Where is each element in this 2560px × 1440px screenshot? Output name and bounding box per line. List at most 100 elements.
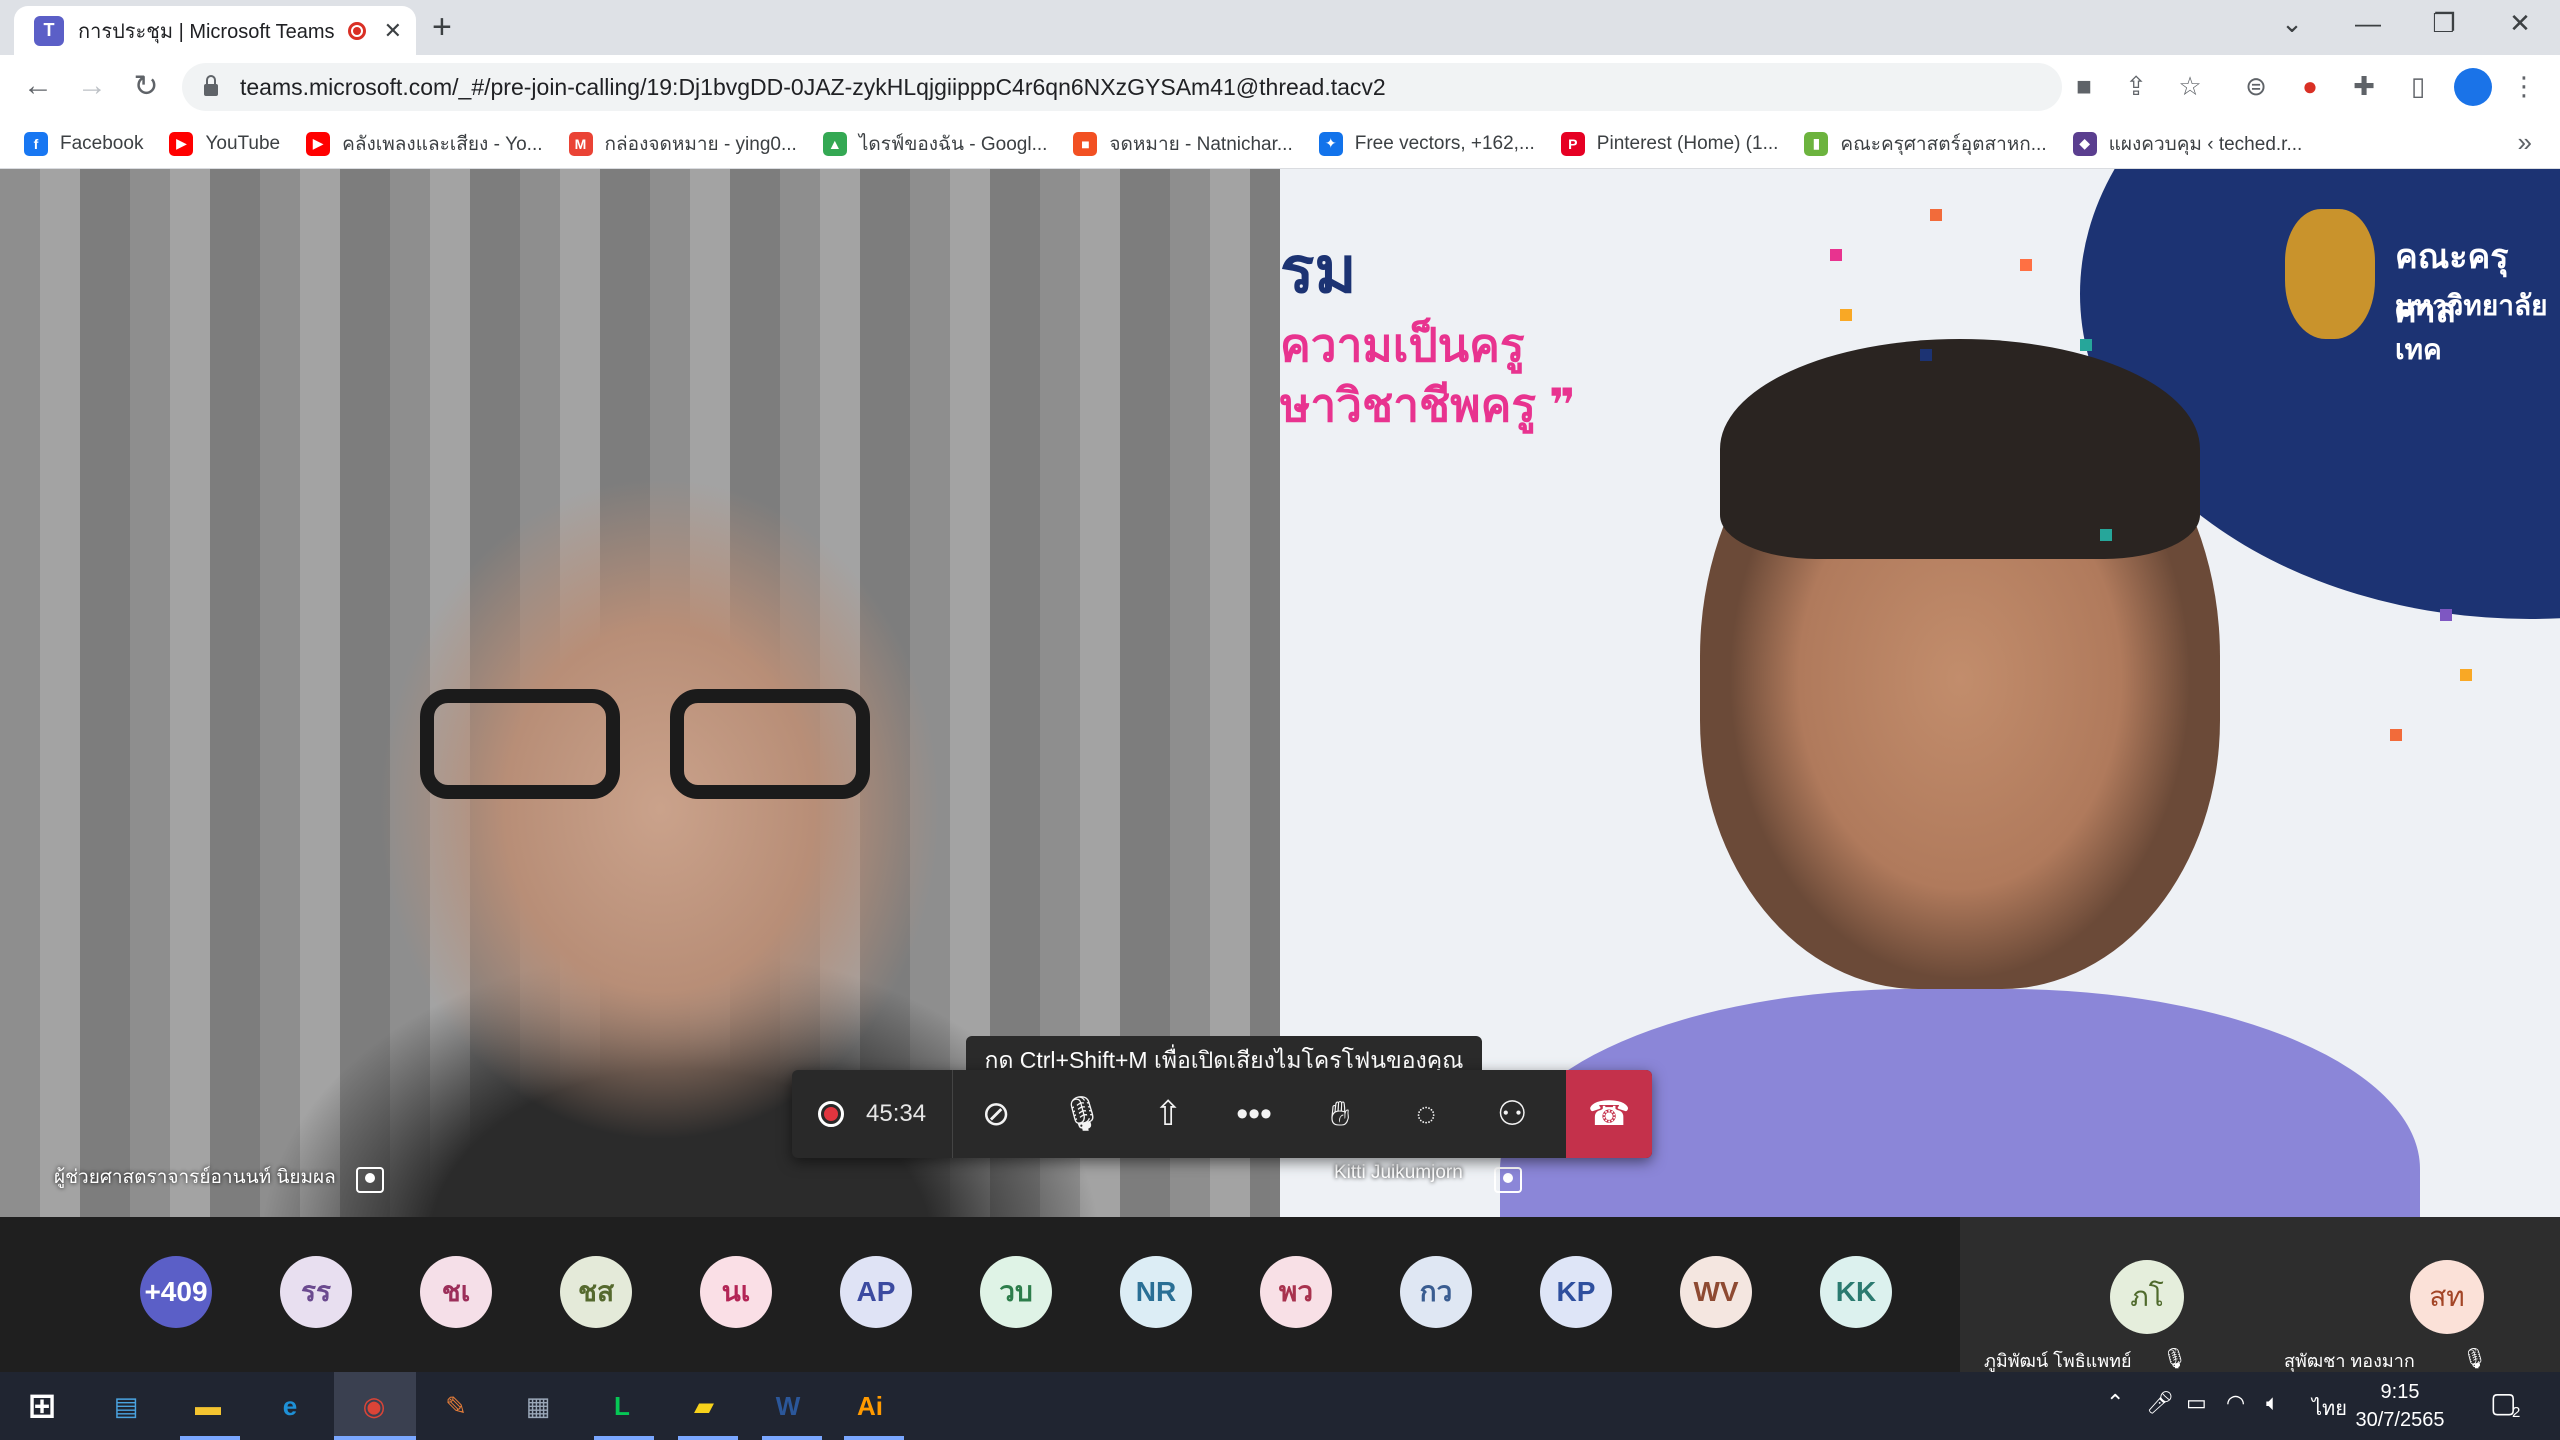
chat-button[interactable]: ◌ [1383, 1070, 1469, 1158]
illustrator-icon[interactable]: Ai [842, 1378, 898, 1434]
extensions-puzzle-icon[interactable]: ✚ [2346, 71, 2382, 102]
participant-avatar[interactable]: KP [1540, 1256, 1612, 1328]
line-icon[interactable]: L [594, 1378, 650, 1434]
clock-time: 9:15 [2380, 1381, 2420, 1403]
freepik-icon: ✦ [1318, 131, 1343, 156]
university-crest-icon [2285, 209, 2375, 339]
bookmark-item[interactable]: ▶ คลังเพลงและเสียง - Yo... [306, 129, 543, 159]
camera-in-use-icon[interactable]: ■ [2066, 71, 2102, 102]
tab-search-icon[interactable]: ⌄ [2272, 8, 2312, 39]
sticky-notes-icon[interactable]: ▰ [676, 1378, 732, 1434]
camera-off-icon: ⊘ [981, 1095, 1011, 1133]
back-button[interactable]: ← [18, 69, 58, 103]
participant-avatar[interactable]: WV [1680, 1256, 1752, 1328]
participant-pin-icon[interactable] [1494, 1167, 1522, 1193]
illustrator-icon: Ai [857, 1390, 883, 1421]
featured-participant-avatar[interactable]: สท [2410, 1260, 2484, 1334]
close-tab-icon[interactable]: ✕ [384, 18, 402, 44]
restore-button[interactable]: ❐ [2424, 8, 2464, 39]
bookmark-item[interactable]: ▶ YouTube [169, 131, 280, 156]
recording-timer: 45:34 [792, 1070, 954, 1158]
start-icon: ⊞ [27, 1387, 57, 1425]
running-indicator [594, 1436, 654, 1440]
system-clock[interactable]: 9:15 30/7/2565 [2350, 1378, 2450, 1434]
google-drive-icon: ▲ [822, 131, 847, 156]
tab-title: การประชุม | Microsoft Teams [78, 20, 335, 43]
extension-grammar-icon[interactable]: ⊜ [2238, 71, 2274, 102]
reload-button[interactable]: ↻ [126, 69, 166, 104]
word-icon: W [775, 1390, 801, 1421]
raise-hand-button[interactable]: ✋︎ [1297, 1070, 1383, 1158]
chrome-icon[interactable]: ◉ [346, 1378, 402, 1434]
bookmark-star-icon[interactable]: ☆ [2172, 71, 2208, 102]
clock-date: 30/7/2565 [2355, 1409, 2445, 1431]
close-window-button[interactable]: ✕ [2500, 8, 2540, 39]
bookmark-item[interactable]: ▮ คณะครุศาสตร์อุตสาหก... [1804, 129, 2047, 159]
bookmark-label: ไดรฟ์ของฉัน - Googl... [858, 133, 1048, 155]
chrome-icon: ◉ [362, 1390, 386, 1421]
participant-pin-icon[interactable] [356, 1167, 384, 1193]
wifi-icon[interactable]: ◠ [2226, 1390, 2245, 1416]
profile-avatar[interactable] [2454, 68, 2492, 106]
bookmark-item[interactable]: P Pinterest (Home) (1... [1560, 131, 1778, 156]
browser-tab-teams[interactable]: T การประชุม | Microsoft Teams ✕ [14, 6, 416, 55]
browser-toolbar: ← → ↻ teams.microsoft.com/_#/pre-join-ca… [0, 55, 2560, 119]
bookmark-item[interactable]: M กล่องจดหมาย - ying0... [568, 129, 797, 159]
minimize-button[interactable]: — [2348, 8, 2388, 39]
participant-avatar[interactable]: AP [840, 1256, 912, 1328]
featured-participant-avatar[interactable]: ภโ [2110, 1260, 2184, 1334]
show-hidden-icons-icon[interactable]: ⌃ [2106, 1390, 2124, 1416]
paint-app-icon[interactable]: ✎ [428, 1378, 484, 1434]
edge-icon[interactable]: e [262, 1378, 318, 1434]
participant-avatar[interactable]: วบ [980, 1256, 1052, 1328]
confetti [1830, 249, 1842, 261]
input-language[interactable]: ไทย [2312, 1392, 2347, 1424]
bookmark-item[interactable]: ▲ ไดรฟ์ของฉัน - Googl... [822, 129, 1048, 159]
participant-avatar[interactable]: พว [1260, 1256, 1332, 1328]
news-app-icon: ▤ [113, 1390, 139, 1421]
mic-off-button[interactable]: 🎙︎ [1039, 1070, 1125, 1158]
participant-avatar[interactable]: ชส [560, 1256, 632, 1328]
address-bar[interactable]: teams.microsoft.com/_#/pre-join-calling/… [182, 63, 2062, 111]
teams-icon: T [34, 15, 64, 46]
participants-button[interactable]: ⚇ [1469, 1070, 1555, 1158]
poster-text-3: ษาวิชาชีพครู ❞ [1280, 379, 1576, 431]
microphone-tray-icon[interactable]: 🎤︎ [2146, 1390, 2174, 1416]
share-icon[interactable]: ⇪ [2118, 71, 2154, 102]
sticky-notes-icon: ▰ [694, 1390, 714, 1421]
side-panel-icon[interactable]: ▯ [2400, 71, 2436, 102]
word-icon[interactable]: W [760, 1378, 816, 1434]
running-indicator [180, 1436, 240, 1440]
extension-red-icon[interactable]: ● [2292, 71, 2328, 102]
battery-icon[interactable]: ▭ [2186, 1390, 2207, 1416]
file-explorer-icon[interactable]: ▬ [180, 1378, 236, 1434]
participant-avatar[interactable]: รร [280, 1256, 352, 1328]
more-actions-button[interactable]: ••• [1211, 1070, 1297, 1158]
hang-up-button[interactable]: ☎ [1566, 1070, 1652, 1158]
participant-avatar[interactable]: KK [1820, 1256, 1892, 1328]
participant-avatar[interactable]: ชเ [420, 1256, 492, 1328]
bookmark-item[interactable]: f Facebook [24, 131, 143, 156]
bookmark-item[interactable]: ✦ Free vectors, +162,... [1318, 131, 1535, 156]
scanner-app-icon[interactable]: ▦ [510, 1378, 566, 1434]
volume-icon[interactable]: 🔈︎ [2266, 1390, 2279, 1416]
camera-off-button[interactable]: ⊘ [953, 1070, 1039, 1158]
bookmark-item[interactable]: ◆ แผงควบคุม ‹ teched.r... [2072, 129, 2303, 159]
news-app-icon[interactable]: ▤ [98, 1378, 154, 1434]
paint-app-icon: ✎ [445, 1390, 467, 1421]
participant-avatar[interactable]: นเ [700, 1256, 772, 1328]
bookmark-label: คณะครุศาสตร์อุตสาหก... [1840, 133, 2047, 155]
bookmark-label: แผงควบคุม ‹ teched.r... [2108, 133, 2303, 155]
bookmark-item[interactable]: ■ จดหมาย - Natnichar... [1073, 129, 1293, 159]
share-screen-button[interactable]: ⇧ [1125, 1070, 1211, 1158]
menu-kebab-icon[interactable]: ⋮ [2506, 71, 2542, 102]
bookmarks-overflow-icon[interactable]: » [2518, 127, 2532, 158]
forward-button[interactable]: → [72, 69, 112, 103]
participant-avatar[interactable]: NR [1120, 1256, 1192, 1328]
participant-avatar[interactable]: +409 [140, 1256, 212, 1328]
participant-avatar[interactable]: กว [1400, 1256, 1472, 1328]
start-button[interactable]: ⊞ [14, 1378, 70, 1434]
new-tab-button[interactable]: + [432, 8, 452, 47]
participant-name-right: Kitti Juikumjorn [1334, 1162, 1463, 1183]
glasses-shape [420, 689, 890, 799]
